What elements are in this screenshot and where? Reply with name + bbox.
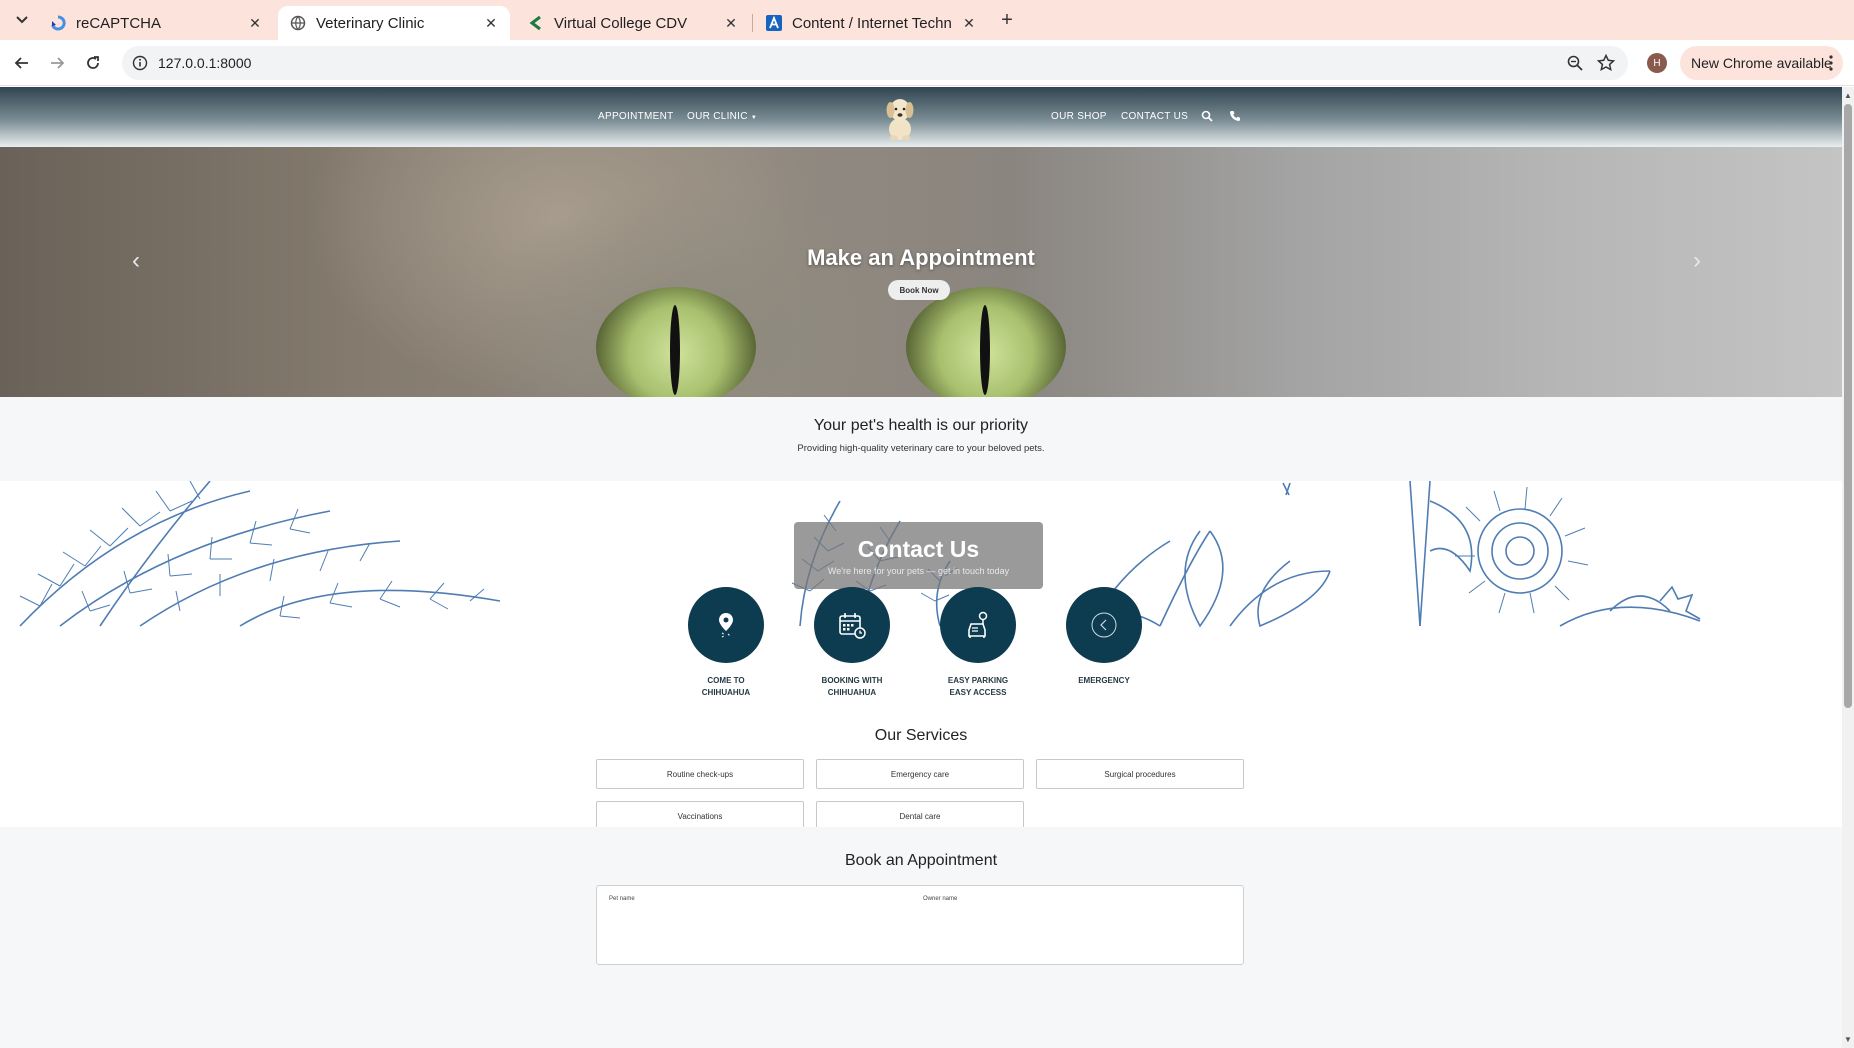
nav-our-clinic-label: OUR CLINIC (687, 111, 748, 122)
feature-label: COME TO CHIHUAHUA (701, 676, 751, 697)
scrollbar-thumb[interactable] (1844, 104, 1852, 708)
tab-virtual-college[interactable]: Virtual College CDV ✕ (516, 6, 750, 40)
feature-label: EASY PARKING EASY ACCESS (947, 676, 1009, 697)
tab-search-chevron-icon[interactable] (10, 8, 34, 32)
site-header: APPOINTMENT OUR CLINIC ▼ OUR SHOP CONTAC… (0, 87, 1842, 147)
profile-avatar[interactable]: H (1647, 53, 1667, 73)
emergency-icon (1066, 587, 1142, 663)
url-text: 127.0.0.1:8000 (158, 55, 252, 71)
bookmark-star-icon[interactable] (1596, 53, 1616, 73)
scroll-up-arrow-icon[interactable]: ▲ (1844, 91, 1852, 100)
hero-carousel: ‹ › Make an Appointment Book Now (0, 147, 1842, 397)
forward-arrow-icon[interactable] (45, 51, 69, 75)
services-title: Our Services (874, 727, 968, 744)
service-emergency-care[interactable]: Emergency care (816, 759, 1024, 789)
pet-name-label: Pet name (609, 896, 635, 902)
phone-icon[interactable] (1229, 109, 1241, 121)
new-tab-plus-icon[interactable]: + (995, 8, 1019, 32)
zoom-icon[interactable] (1566, 54, 1584, 72)
globe-icon (290, 15, 306, 31)
page-scrollbar[interactable]: ▲ ▼ (1842, 87, 1854, 1048)
feature-label: EMERGENCY (1078, 676, 1130, 685)
feature-emergency[interactable]: EMERGENCY (1049, 587, 1159, 687)
feature-come-to-chihuahua[interactable]: COME TO CHIHUAHUA (671, 587, 781, 699)
service-surgical-procedures[interactable]: Surgical procedures (1036, 759, 1244, 789)
contact-us-card[interactable]: Contact Us We're here for your pets — ge… (794, 522, 1043, 589)
close-icon[interactable]: ✕ (722, 14, 740, 32)
booking-form: Pet name Owner name (596, 885, 1244, 965)
contact-banner: Contact Us We're here for your pets — ge… (0, 481, 1842, 629)
priority-subtext: Providing high-quality veterinary care t… (797, 443, 1045, 454)
service-routine-checkups[interactable]: Routine check-ups (596, 759, 804, 789)
back-arrow-icon[interactable] (10, 51, 34, 75)
nav-our-clinic[interactable]: OUR CLINIC ▼ (687, 111, 757, 122)
chrome-update-button[interactable]: New Chrome available (1680, 46, 1843, 80)
cat-eye-right (906, 287, 1066, 397)
virtual-college-icon (528, 15, 544, 31)
parking-icon (940, 587, 1016, 663)
location-pin-icon (688, 587, 764, 663)
cat-eye-left (596, 287, 756, 397)
browser-toolbar: 127.0.0.1:8000 H New Chrome available (0, 40, 1854, 86)
booking-section: Book an Appointment Pet name Owner name (0, 827, 1842, 1048)
calendar-icon (814, 587, 890, 663)
app-a-icon (766, 15, 782, 31)
priority-heading: Your pet's health is our priority (813, 417, 1029, 434)
feature-label: BOOKING WITH CHIHUAHUA (821, 676, 883, 697)
tab-content-internet[interactable]: Content / Internet Techn ✕ (754, 6, 988, 40)
address-bar[interactable]: 127.0.0.1:8000 (122, 46, 1628, 80)
page-viewport: APPOINTMENT OUR CLINIC ▼ OUR SHOP CONTAC… (0, 87, 1842, 1048)
tab-strip: reCAPTCHA ✕ Veterinary Clinic ✕ Virtual … (0, 0, 1854, 40)
close-icon[interactable]: ✕ (246, 14, 264, 32)
tab-title: reCAPTCHA (76, 14, 162, 32)
search-icon[interactable] (1201, 109, 1213, 122)
update-label: New Chrome available (1691, 55, 1832, 71)
site-info-icon[interactable] (132, 55, 148, 71)
feature-easy-parking[interactable]: EASY PARKING EASY ACCESS (923, 587, 1033, 699)
nav-appointment[interactable]: APPOINTMENT (598, 111, 674, 122)
priority-section: Your pet's health is our priority Provid… (0, 397, 1842, 481)
tab-veterinary-clinic[interactable]: Veterinary Clinic ✕ (278, 6, 510, 40)
tab-separator (752, 14, 753, 32)
tab-title: Content / Internet Techn (792, 14, 952, 32)
contact-heading: Contact Us (857, 536, 980, 562)
booking-title: Book an Appointment (844, 852, 998, 869)
caret-down-icon: ▼ (750, 115, 758, 121)
tab-title: Veterinary Clinic (316, 14, 425, 32)
close-icon[interactable]: ✕ (482, 14, 500, 32)
reload-icon[interactable] (81, 51, 105, 75)
nav-contact-us[interactable]: CONTACT US (1121, 111, 1188, 122)
nav-our-shop[interactable]: OUR SHOP (1051, 111, 1107, 122)
contact-subtext: We're here for your pets — get in touch … (827, 566, 1010, 576)
clinic-logo-dog-icon[interactable] (882, 93, 918, 141)
hero-title: Make an Appointment (807, 245, 1035, 270)
owner-name-label: Owner name (923, 896, 958, 902)
more-menu-icon[interactable] (1829, 55, 1833, 71)
recaptcha-icon (50, 15, 66, 31)
book-now-button[interactable]: Book Now (888, 280, 950, 300)
tab-recaptcha[interactable]: reCAPTCHA ✕ (38, 6, 274, 40)
feature-booking[interactable]: BOOKING WITH CHIHUAHUA (797, 587, 907, 699)
scroll-down-arrow-icon[interactable]: ▼ (1844, 1035, 1852, 1044)
tab-title: Virtual College CDV (554, 14, 688, 32)
close-icon[interactable]: ✕ (960, 14, 978, 32)
